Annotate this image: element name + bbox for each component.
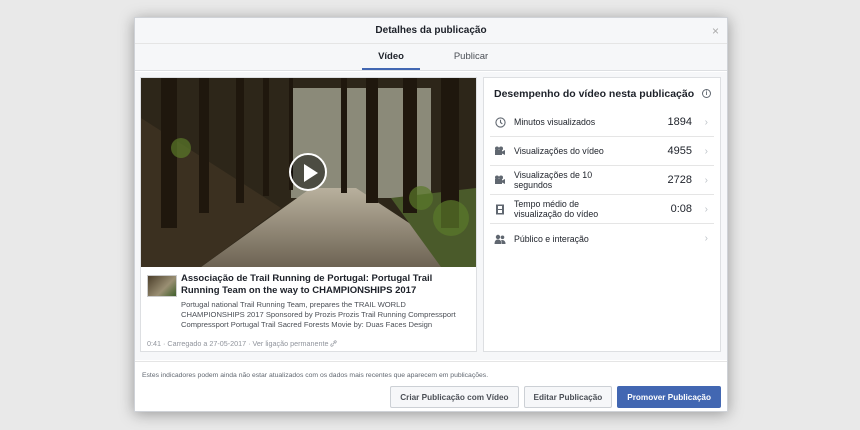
tab-bar: Vídeo Publicar: [135, 44, 727, 71]
metric-label: Visualizações de 10 segundos: [514, 170, 593, 190]
performance-panel: Desempenho do vídeo nesta publicação i M…: [483, 77, 721, 352]
play-button[interactable]: [289, 153, 327, 191]
post-title[interactable]: Associação de Trail Running de Portugal:…: [181, 273, 470, 297]
post-details-dialog: Detalhes da publicação × Vídeo Publicar: [134, 17, 728, 412]
performance-title: Desempenho do vídeo nesta publicação i: [484, 78, 720, 108]
metric-audience-engagement[interactable]: Público e interação ›: [490, 224, 714, 253]
post-description: Portugal national Trail Running Team, pr…: [181, 300, 456, 329]
metric-video-views[interactable]: Visualizações do vídeo 4955 ›: [490, 137, 714, 166]
metric-value: 4955: [667, 145, 692, 157]
chevron-right-icon: ›: [704, 204, 708, 215]
film-icon: [494, 203, 506, 215]
clock-icon: [494, 116, 506, 128]
chevron-right-icon: ›: [704, 117, 708, 128]
post-footer: 0:41 · Carregado a 27-05-2017 · Ver liga…: [147, 339, 338, 348]
footer-buttons: Criar Publicação com Vídeo Editar Public…: [390, 386, 721, 408]
metric-label: Tempo médio de visualização do vídeo: [514, 199, 599, 219]
post-thumbnail[interactable]: [147, 275, 177, 297]
metric-label: Visualizações do vídeo: [514, 146, 604, 156]
metric-label: Minutos visualizados: [514, 117, 596, 127]
separator: ·: [248, 339, 251, 348]
metric-value: 2728: [667, 174, 692, 186]
promote-post-button[interactable]: Promover Publicação: [617, 386, 721, 408]
metric-avg-watch-time[interactable]: Tempo médio de visualização do vídeo 0:0…: [490, 195, 714, 224]
video-panel: Associação de Trail Running de Portugal:…: [140, 77, 477, 352]
post-meta: Associação de Trail Running de Portugal:…: [147, 273, 470, 330]
dialog-body: Associação de Trail Running de Portugal:…: [135, 72, 727, 360]
close-icon[interactable]: ×: [712, 18, 719, 44]
dialog-footer: Estes indicadores podem ainda não estar …: [135, 361, 727, 413]
metric-label: Público e interação: [514, 233, 589, 244]
separator: ·: [163, 339, 166, 348]
tab-publish[interactable]: Publicar: [442, 44, 500, 70]
metric-value: 0:08: [670, 203, 692, 215]
chevron-right-icon: ›: [704, 175, 708, 186]
people-icon: [494, 233, 506, 245]
video-camera-icon: [494, 174, 506, 186]
create-post-with-video-button[interactable]: Criar Publicação com Vídeo: [390, 386, 519, 408]
metric-10s-views[interactable]: Visualizações de 10 segundos 2728 ›: [490, 166, 714, 195]
upload-date: Carregado a 27-05-2017: [167, 339, 247, 348]
info-icon[interactable]: i: [702, 89, 711, 98]
link-icon: [330, 340, 338, 347]
dialog-title: Detalhes da publicação: [375, 25, 487, 36]
video-player[interactable]: [141, 78, 476, 267]
metric-minutes-viewed[interactable]: Minutos visualizados 1894 ›: [490, 108, 714, 137]
video-duration: 0:41: [147, 339, 161, 348]
permalink-link[interactable]: Ver ligação permanente: [253, 339, 329, 348]
performance-title-text: Desempenho do vídeo nesta publicação: [494, 88, 695, 100]
disclaimer-text: Estes indicadores podem ainda não estar …: [142, 372, 489, 379]
video-camera-icon: [494, 145, 506, 157]
dialog-header: Detalhes da publicação ×: [135, 18, 727, 44]
metrics-list: Minutos visualizados 1894 › Visualizaçõe…: [490, 108, 714, 253]
chevron-right-icon: ›: [704, 233, 708, 244]
chevron-right-icon: ›: [704, 146, 708, 157]
metric-value: 1894: [667, 116, 692, 128]
edit-post-button[interactable]: Editar Publicação: [523, 386, 613, 408]
tab-video[interactable]: Vídeo: [362, 44, 420, 70]
